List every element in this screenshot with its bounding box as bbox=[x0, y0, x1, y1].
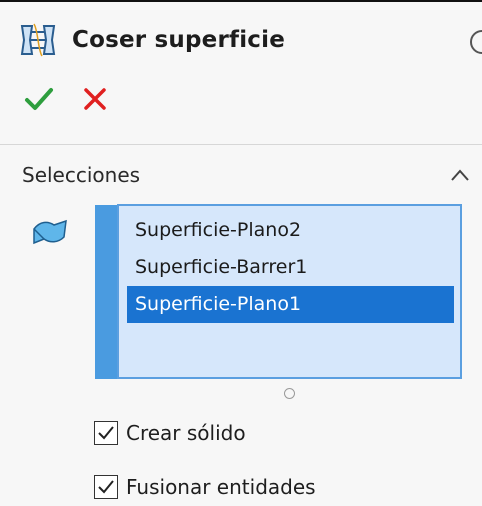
selection-list[interactable]: Superficie-Plano2 Superficie-Barrer1 Sup… bbox=[117, 204, 462, 379]
list-item[interactable]: Superficie-Plano1 bbox=[127, 286, 454, 323]
create-solid-checkbox[interactable] bbox=[94, 421, 118, 445]
merge-entities-option[interactable]: Fusionar entidades bbox=[94, 475, 316, 499]
top-border bbox=[0, 0, 482, 2]
cancel-button[interactable] bbox=[78, 84, 112, 114]
knit-surface-icon bbox=[14, 18, 62, 62]
checkmark-icon bbox=[25, 88, 53, 110]
checkmark-icon bbox=[98, 480, 114, 494]
divider bbox=[0, 144, 482, 145]
action-buttons bbox=[22, 84, 112, 114]
list-resize-handle[interactable] bbox=[284, 388, 295, 399]
surface-face-icon bbox=[30, 213, 70, 253]
list-item[interactable]: Superficie-Plano2 bbox=[127, 212, 454, 249]
help-icon[interactable] bbox=[470, 30, 482, 54]
feature-title: Coser superficie bbox=[72, 27, 285, 53]
merge-entities-label: Fusionar entidades bbox=[126, 475, 316, 499]
create-solid-option[interactable]: Crear sólido bbox=[94, 421, 246, 445]
property-manager-header: Coser superficie bbox=[14, 18, 285, 62]
section-title: Selecciones bbox=[22, 163, 141, 187]
chevron-up-icon[interactable] bbox=[448, 163, 472, 187]
list-item[interactable]: Superficie-Barrer1 bbox=[127, 249, 454, 286]
create-solid-label: Crear sólido bbox=[126, 421, 246, 445]
selection-color-bar bbox=[95, 205, 117, 379]
checkmark-icon bbox=[98, 426, 114, 440]
ok-button[interactable] bbox=[22, 84, 56, 114]
selections-section-header[interactable]: Selecciones bbox=[22, 160, 472, 190]
close-icon bbox=[84, 88, 106, 110]
merge-entities-checkbox[interactable] bbox=[94, 475, 118, 499]
